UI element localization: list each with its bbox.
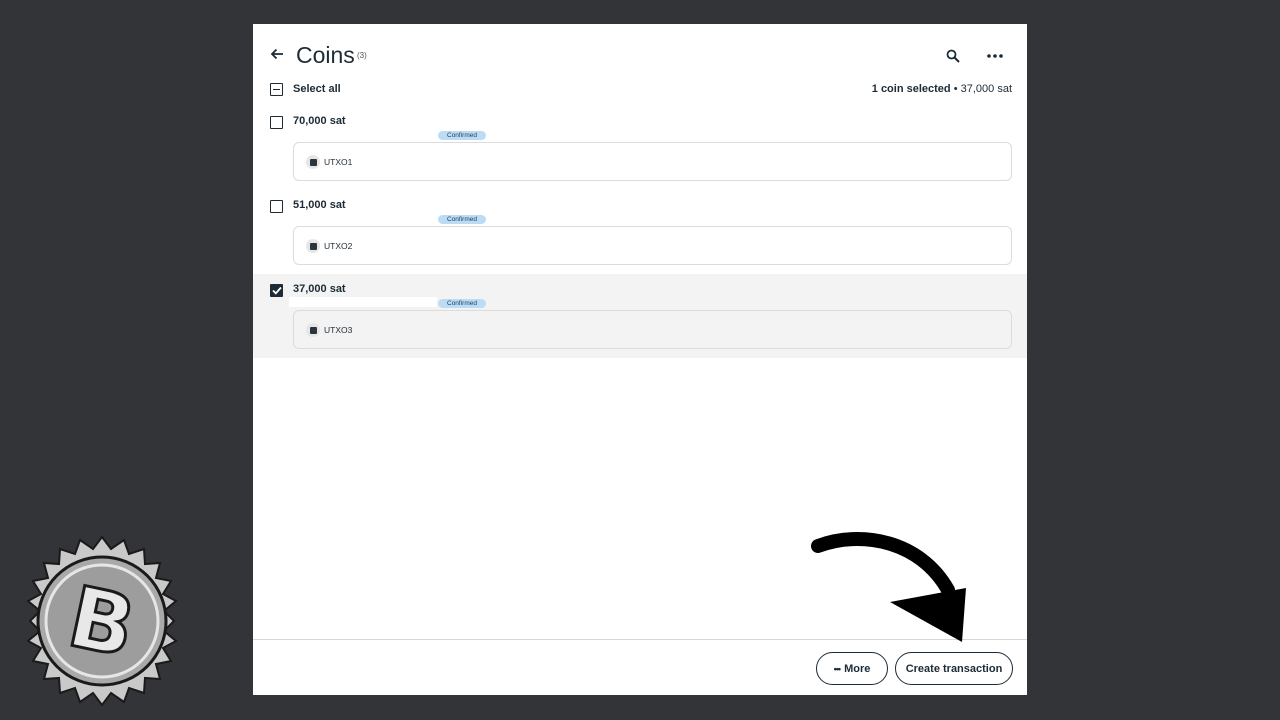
coin-amount: 51,000 sat xyxy=(293,199,346,211)
search-icon xyxy=(946,49,960,63)
utxo-icon xyxy=(306,239,320,253)
search-button[interactable] xyxy=(943,46,963,66)
create-transaction-label: Create transaction xyxy=(905,662,1003,675)
checkmark-icon xyxy=(271,286,282,295)
select-all-checkbox[interactable] xyxy=(270,83,283,96)
status-badge: Confirmed xyxy=(438,131,486,140)
coin-checkbox[interactable] xyxy=(270,284,283,297)
utxo-icon xyxy=(306,155,320,169)
utxo-label: UTXO1 xyxy=(324,157,353,167)
coin-checkbox[interactable] xyxy=(270,200,283,213)
select-all-row: Select all 1 coin selected • 37,000 sat xyxy=(253,80,1027,102)
back-button[interactable] xyxy=(267,44,287,64)
dots-icon: ••• xyxy=(833,663,842,674)
utxo-card[interactable]: UTXO3 xyxy=(293,310,1012,349)
separator: • xyxy=(953,83,958,95)
selected-count: 1 coin selected xyxy=(871,83,951,95)
create-transaction-button[interactable]: Create transaction xyxy=(895,652,1013,685)
ellipsis-icon xyxy=(987,54,1003,58)
more-button[interactable]: ••• More xyxy=(816,652,888,685)
bitcoin-logo: B xyxy=(26,535,178,707)
coin-row[interactable]: 51,000 sat Confirmed UTXO2 xyxy=(253,190,1027,274)
coin-amount: 70,000 sat xyxy=(293,115,346,127)
coin-amount: 37,000 sat xyxy=(293,283,346,295)
utxo-label: UTXO3 xyxy=(324,325,353,335)
more-options-button[interactable] xyxy=(983,46,1007,66)
status-badge: Confirmed xyxy=(438,215,486,224)
header: Coins (3) xyxy=(253,24,1027,86)
selected-amount: 37,000 sat xyxy=(960,83,1012,95)
coin-count: (3) xyxy=(357,51,367,60)
utxo-icon xyxy=(306,323,320,337)
row-highlight xyxy=(289,297,437,307)
arrow-left-icon xyxy=(270,48,283,60)
select-all-label: Select all xyxy=(293,83,341,95)
utxo-card[interactable]: UTXO1 xyxy=(293,142,1012,181)
utxo-card[interactable]: UTXO2 xyxy=(293,226,1012,265)
partial-check-icon xyxy=(273,88,280,91)
coin-checkbox[interactable] xyxy=(270,116,283,129)
selection-summary: 1 coin selected • 37,000 sat xyxy=(872,83,1012,95)
page-title: Coins xyxy=(296,42,355,68)
pointer-arrow-icon xyxy=(811,532,966,642)
status-badge: Confirmed xyxy=(438,299,486,308)
coin-row[interactable]: 37,000 sat Confirmed UTXO3 xyxy=(253,274,1027,358)
more-button-label: More xyxy=(844,662,871,675)
utxo-label: UTXO2 xyxy=(324,241,353,251)
coin-row[interactable]: 70,000 sat Confirmed UTXO1 xyxy=(253,106,1027,190)
